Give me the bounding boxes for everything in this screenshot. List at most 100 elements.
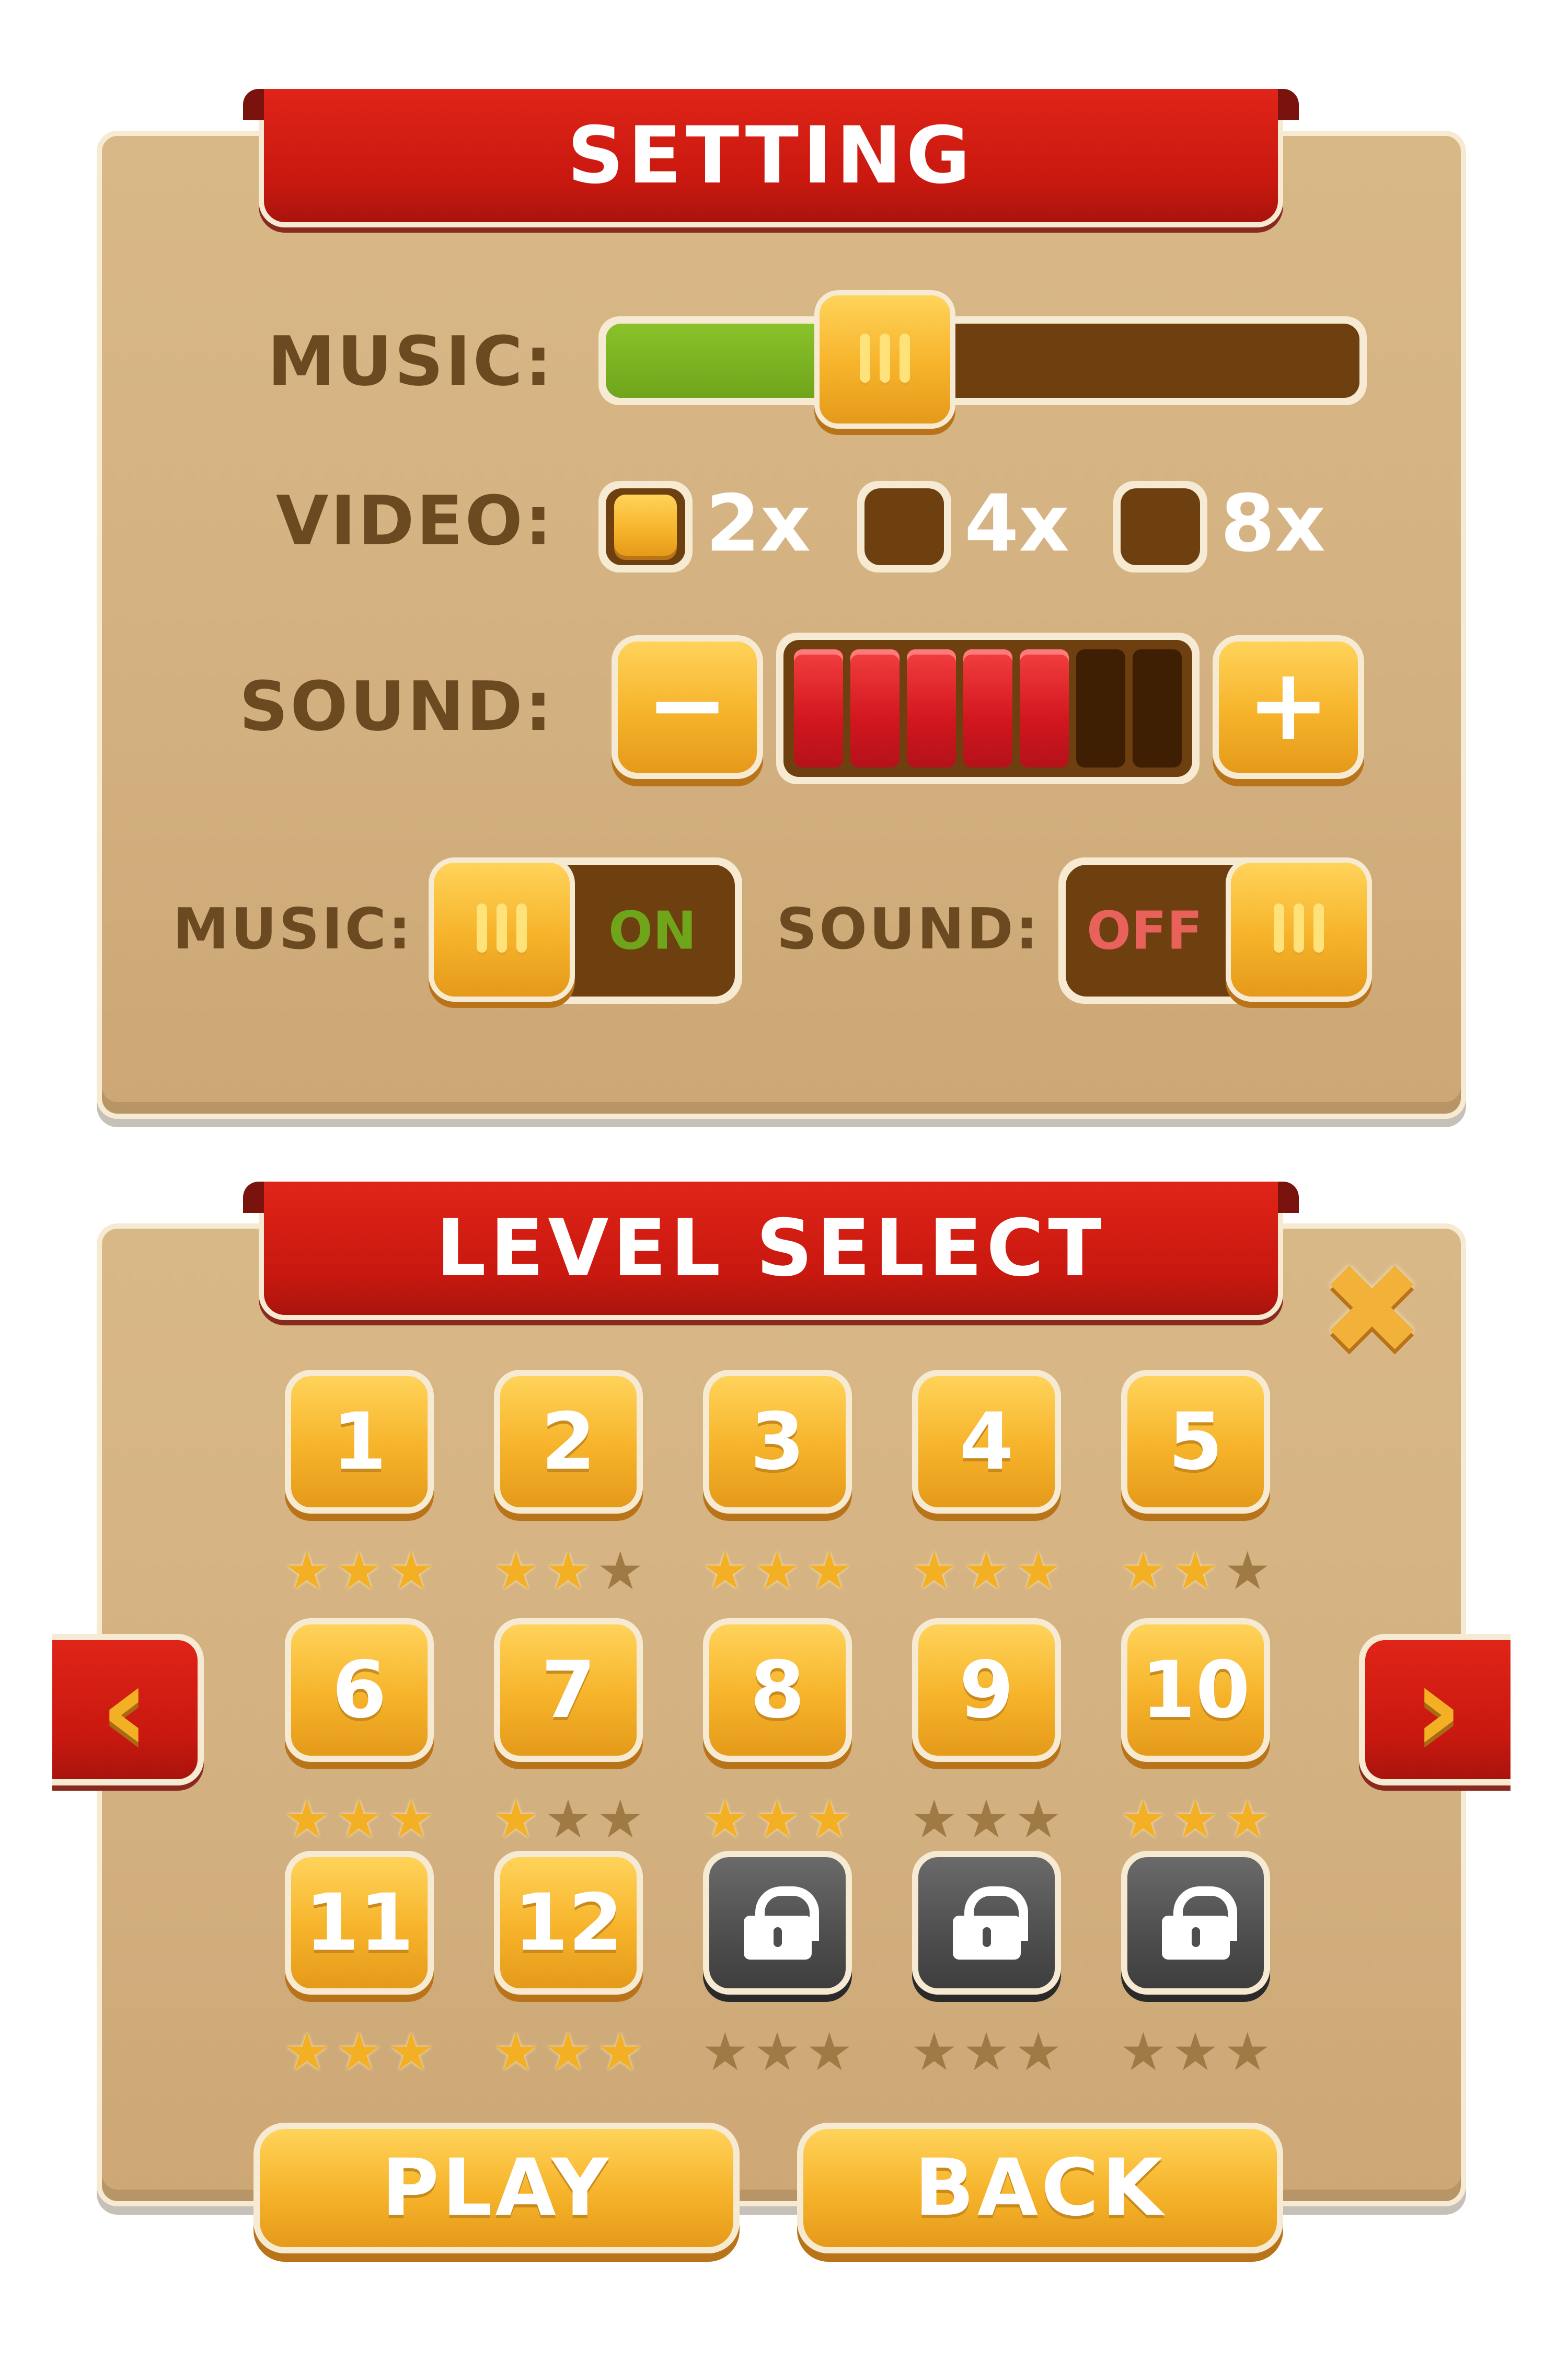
level-button[interactable]: 8: [703, 1618, 852, 1762]
grip-line: [1313, 903, 1324, 956]
level-number: 7: [541, 1644, 596, 1736]
level-star-rating: ★ ★ ★: [691, 1545, 863, 1597]
star-icon: ★: [492, 2021, 540, 2082]
toggle-track: ON: [429, 857, 735, 1002]
close-icon[interactable]: ✖: [1317, 1247, 1427, 1372]
sound-toggle-handle[interactable]: [1226, 857, 1372, 1002]
grip-line: [1274, 903, 1284, 956]
level-select-title: LEVEL SELECT: [436, 1203, 1106, 1294]
level-star-rating: ★ ★ ★: [1109, 1793, 1282, 1846]
lock-icon: [952, 1886, 1028, 1960]
sound-level-segment: [1076, 649, 1125, 768]
music-slider-handle[interactable]: [814, 290, 955, 429]
star-icon: ★: [1172, 1540, 1219, 1601]
star-icon: ★: [1224, 1540, 1271, 1601]
music-toggle-handle[interactable]: [429, 857, 575, 1002]
level-number: 12: [514, 1877, 623, 1968]
level-button[interactable]: 6: [285, 1618, 434, 1762]
video-option-4x-label: 4x: [964, 478, 1070, 569]
star-icon: ★: [910, 1540, 958, 1601]
star-icon: ★: [805, 1540, 853, 1601]
video-option-4x-checkbox[interactable]: [857, 481, 951, 573]
next-page-button[interactable]: ›: [1359, 1634, 1511, 1785]
level-button[interactable]: 2: [494, 1370, 643, 1514]
toggle-track: OFF: [1066, 857, 1372, 1002]
level-number: 1: [332, 1396, 387, 1487]
level-star-rating: ★ ★ ★: [1109, 1545, 1282, 1597]
level-star-rating: ★ ★ ★: [273, 2026, 445, 2078]
checkbox-indicator: [864, 488, 944, 565]
music-toggle-label: MUSIC:: [172, 897, 413, 962]
star-icon: ★: [596, 1540, 644, 1601]
video-option-8x-checkbox[interactable]: [1113, 481, 1207, 573]
play-button-label: PLAY: [382, 2143, 612, 2234]
video-option-2x-label: 2x: [706, 478, 811, 569]
setting-title: SETTING: [567, 110, 975, 201]
star-icon: ★: [596, 2021, 644, 2082]
sound-increase-button[interactable]: +: [1213, 635, 1364, 779]
sound-level-segment: [907, 649, 956, 768]
star-icon: ★: [283, 1540, 331, 1601]
level-button[interactable]: 7: [494, 1618, 643, 1762]
level-star-rating: ★ ★ ★: [482, 1545, 654, 1597]
sound-level-segment: [794, 649, 843, 768]
star-icon: ★: [387, 1540, 435, 1601]
sound-label: SOUND:: [239, 667, 554, 746]
level-button[interactable]: 1: [285, 1370, 434, 1514]
star-icon: ★: [336, 1540, 383, 1601]
level-button[interactable]: 3: [703, 1370, 852, 1514]
music-toggle[interactable]: ON: [429, 857, 742, 1004]
level-number: 3: [750, 1396, 805, 1487]
grip-line: [1294, 903, 1304, 956]
level-button[interactable]: 10: [1121, 1618, 1270, 1762]
play-button[interactable]: PLAY: [253, 2123, 740, 2253]
level-button[interactable]: 5: [1121, 1370, 1270, 1514]
sound-level-segment: [1133, 649, 1182, 768]
sound-decrease-button[interactable]: −: [612, 635, 763, 779]
star-icon: ★: [754, 1789, 801, 1850]
sound-toggle[interactable]: OFF: [1058, 857, 1372, 1004]
star-icon: ★: [1172, 2021, 1219, 2082]
video-option-2x-checkbox[interactable]: [598, 481, 693, 573]
star-icon: ★: [336, 2021, 383, 2082]
level-button[interactable]: 11: [285, 1851, 434, 1995]
level-star-rating: ★ ★ ★: [691, 1793, 863, 1846]
star-icon: ★: [963, 2021, 1010, 2082]
level-button[interactable]: 12: [494, 1851, 643, 1995]
star-icon: ★: [336, 1789, 383, 1850]
star-icon: ★: [545, 1540, 592, 1601]
sound-toggle-state: OFF: [1087, 900, 1203, 961]
level-button[interactable]: 9: [912, 1618, 1061, 1762]
previous-page-button[interactable]: ‹: [52, 1634, 204, 1785]
level-star-rating: ★ ★ ★: [482, 1793, 654, 1846]
level-star-rating: ★ ★ ★: [691, 2026, 863, 2078]
level-button[interactable]: 4: [912, 1370, 1061, 1514]
star-icon: ★: [805, 2021, 853, 2082]
sound-level-segment: [963, 649, 1012, 768]
star-icon: ★: [1120, 1540, 1167, 1601]
checkbox-indicator: [606, 488, 685, 565]
star-icon: ★: [492, 1540, 540, 1601]
back-button[interactable]: BACK: [797, 2123, 1283, 2253]
level-select-header: LEVEL SELECT: [243, 1182, 1299, 1320]
star-icon: ★: [754, 1540, 801, 1601]
star-icon: ★: [701, 2021, 749, 2082]
star-icon: ★: [1014, 2021, 1062, 2082]
star-icon: ★: [963, 1789, 1010, 1850]
checkbox-indicator: [1121, 488, 1200, 565]
music-slider-well: [606, 324, 1359, 398]
star-icon: ★: [754, 2021, 801, 2082]
star-icon: ★: [1172, 1789, 1219, 1850]
star-icon: ★: [805, 1789, 853, 1850]
sound-level-meter: [776, 633, 1200, 784]
chevron-left-icon: ‹: [100, 1640, 150, 1779]
star-icon: ★: [283, 2021, 331, 2082]
level-star-rating: ★ ★ ★: [273, 1793, 445, 1846]
level-number: 11: [305, 1877, 414, 1968]
grip-line: [477, 903, 487, 956]
music-slider-track[interactable]: [598, 316, 1367, 405]
level-number: 8: [750, 1644, 805, 1736]
grip-line: [497, 903, 507, 956]
level-star-rating: ★ ★ ★: [1109, 2026, 1282, 2078]
star-icon: ★: [963, 1540, 1010, 1601]
